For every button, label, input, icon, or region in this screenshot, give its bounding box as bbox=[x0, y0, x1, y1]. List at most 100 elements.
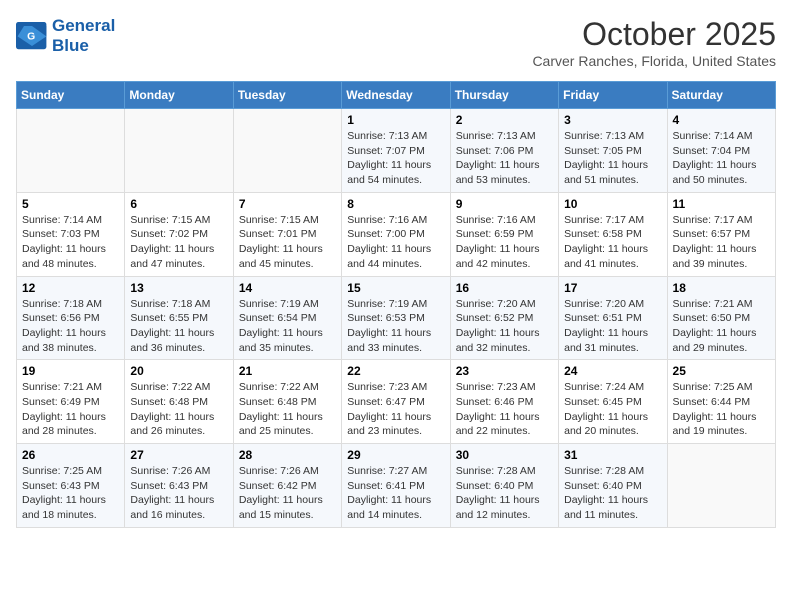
day-number: 27 bbox=[130, 448, 227, 462]
weekday-header: Monday bbox=[125, 82, 233, 109]
cell-content: Sunrise: 7:19 AMSunset: 6:54 PMDaylight:… bbox=[239, 297, 336, 356]
cell-content: Sunrise: 7:21 AMSunset: 6:49 PMDaylight:… bbox=[22, 380, 119, 439]
day-number: 10 bbox=[564, 197, 661, 211]
day-number: 6 bbox=[130, 197, 227, 211]
weekday-header: Thursday bbox=[450, 82, 558, 109]
day-number: 14 bbox=[239, 281, 336, 295]
weekday-header: Saturday bbox=[667, 82, 775, 109]
day-number: 21 bbox=[239, 364, 336, 378]
day-number: 30 bbox=[456, 448, 553, 462]
day-number: 31 bbox=[564, 448, 661, 462]
calendar-cell: 28Sunrise: 7:26 AMSunset: 6:42 PMDayligh… bbox=[233, 444, 341, 528]
cell-content: Sunrise: 7:24 AMSunset: 6:45 PMDaylight:… bbox=[564, 380, 661, 439]
cell-content: Sunrise: 7:15 AMSunset: 7:01 PMDaylight:… bbox=[239, 213, 336, 272]
calendar-cell bbox=[125, 109, 233, 193]
day-number: 5 bbox=[22, 197, 119, 211]
calendar-cell: 19 Sunrise: 7:21 AMSunset: 6:49 PMDayligh… bbox=[17, 360, 125, 444]
day-number: 4 bbox=[673, 113, 770, 127]
cell-content: Sunrise: 7:23 AMSunset: 6:46 PMDaylight:… bbox=[456, 380, 553, 439]
calendar-cell: 27 Sunrise: 7:26 AMSunset: 6:43 PMDayligh… bbox=[125, 444, 233, 528]
logo-icon: G bbox=[16, 22, 48, 50]
cell-content: Sunrise: 7:19 AMSunset: 6:53 PMDaylight:… bbox=[347, 297, 444, 356]
cell-content: Sunrise: 7:20 AMSunset: 6:52 PMDaylight:… bbox=[456, 297, 553, 356]
calendar-cell: 14 Sunrise: 7:19 AMSunset: 6:54 PMDayligh… bbox=[233, 276, 341, 360]
cell-content: Sunrise: 7:17 AMSunset: 6:57 PMDaylight:… bbox=[673, 213, 770, 272]
cell-content: Sunrise: 7:22 AMSunset: 6:48 PMDaylight:… bbox=[239, 380, 336, 439]
cell-content: Sunrise: 7:18 AMSunset: 6:56 PMDaylight:… bbox=[22, 297, 119, 356]
calendar-cell: 8 Sunrise: 7:16 AMSunset: 7:00 PMDaylight… bbox=[342, 192, 450, 276]
logo-text: General Blue bbox=[52, 16, 115, 57]
title-block: October 2025 Carver Ranches, Florida, Un… bbox=[532, 16, 776, 69]
logo: G General Blue bbox=[16, 16, 115, 57]
weekday-header: Friday bbox=[559, 82, 667, 109]
calendar-cell: 5 Sunrise: 7:14 AMSunset: 7:03 PMDaylight… bbox=[17, 192, 125, 276]
day-number: 23 bbox=[456, 364, 553, 378]
calendar-cell: 11Sunrise: 7:17 AMSunset: 6:57 PMDayligh… bbox=[667, 192, 775, 276]
calendar-cell: 3Sunrise: 7:13 AMSunset: 7:05 PMDaylight… bbox=[559, 109, 667, 193]
cell-content: Sunrise: 7:16 AMSunset: 7:00 PMDaylight:… bbox=[347, 213, 444, 272]
weekday-header-row: SundayMondayTuesdayWednesdayThursdayFrid… bbox=[17, 82, 776, 109]
calendar-cell: 15 Sunrise: 7:19 AMSunset: 6:53 PMDayligh… bbox=[342, 276, 450, 360]
calendar-cell: 4 Sunrise: 7:14 AMSunset: 7:04 PMDaylight… bbox=[667, 109, 775, 193]
calendar-cell: 12Sunrise: 7:18 AMSunset: 6:56 PMDayligh… bbox=[17, 276, 125, 360]
day-number: 13 bbox=[130, 281, 227, 295]
cell-content: Sunrise: 7:14 AMSunset: 7:03 PMDaylight:… bbox=[22, 213, 119, 272]
day-number: 8 bbox=[347, 197, 444, 211]
cell-content: Sunrise: 7:14 AMSunset: 7:04 PMDaylight:… bbox=[673, 129, 770, 188]
day-number: 22 bbox=[347, 364, 444, 378]
cell-content: Sunrise: 7:18 AMSunset: 6:55 PMDaylight:… bbox=[130, 297, 227, 356]
month-title: October 2025 bbox=[532, 16, 776, 53]
calendar-cell: 21 Sunrise: 7:22 AMSunset: 6:48 PMDayligh… bbox=[233, 360, 341, 444]
svg-text:G: G bbox=[27, 32, 35, 43]
cell-content: Sunrise: 7:13 AMSunset: 7:07 PMDaylight:… bbox=[347, 129, 444, 188]
calendar-week-row: 26 Sunrise: 7:25 AMSunset: 6:43 PMDayligh… bbox=[17, 444, 776, 528]
day-number: 7 bbox=[239, 197, 336, 211]
calendar-week-row: 12Sunrise: 7:18 AMSunset: 6:56 PMDayligh… bbox=[17, 276, 776, 360]
calendar-cell: 1 Sunrise: 7:13 AMSunset: 7:07 PMDaylight… bbox=[342, 109, 450, 193]
calendar-cell: 2 Sunrise: 7:13 AMSunset: 7:06 PMDaylight… bbox=[450, 109, 558, 193]
day-number: 3 bbox=[564, 113, 661, 127]
calendar-cell: 22Sunrise: 7:23 AMSunset: 6:47 PMDayligh… bbox=[342, 360, 450, 444]
calendar-cell: 30 Sunrise: 7:28 AMSunset: 6:40 PMDayligh… bbox=[450, 444, 558, 528]
day-number: 29 bbox=[347, 448, 444, 462]
weekday-header: Wednesday bbox=[342, 82, 450, 109]
calendar-week-row: 1 Sunrise: 7:13 AMSunset: 7:07 PMDaylight… bbox=[17, 109, 776, 193]
cell-content: Sunrise: 7:17 AMSunset: 6:58 PMDaylight:… bbox=[564, 213, 661, 272]
cell-content: Sunrise: 7:25 AMSunset: 6:43 PMDaylight:… bbox=[22, 464, 119, 523]
day-number: 15 bbox=[347, 281, 444, 295]
calendar-table: SundayMondayTuesdayWednesdayThursdayFrid… bbox=[16, 81, 776, 528]
location: Carver Ranches, Florida, United States bbox=[532, 53, 776, 69]
cell-content: Sunrise: 7:26 AMSunset: 6:42 PMDaylight:… bbox=[239, 464, 336, 523]
weekday-header: Sunday bbox=[17, 82, 125, 109]
calendar-cell: 13 Sunrise: 7:18 AMSunset: 6:55 PMDayligh… bbox=[125, 276, 233, 360]
calendar-cell bbox=[233, 109, 341, 193]
calendar-cell: 24 Sunrise: 7:24 AMSunset: 6:45 PMDayligh… bbox=[559, 360, 667, 444]
calendar-cell: 6 Sunrise: 7:15 AMSunset: 7:02 PMDaylight… bbox=[125, 192, 233, 276]
calendar-cell: 17 Sunrise: 7:20 AMSunset: 6:51 PMDayligh… bbox=[559, 276, 667, 360]
cell-content: Sunrise: 7:16 AMSunset: 6:59 PMDaylight:… bbox=[456, 213, 553, 272]
calendar-week-row: 5 Sunrise: 7:14 AMSunset: 7:03 PMDaylight… bbox=[17, 192, 776, 276]
day-number: 2 bbox=[456, 113, 553, 127]
calendar-week-row: 19 Sunrise: 7:21 AMSunset: 6:49 PMDayligh… bbox=[17, 360, 776, 444]
calendar-cell: 9Sunrise: 7:16 AMSunset: 6:59 PMDaylight… bbox=[450, 192, 558, 276]
day-number: 24 bbox=[564, 364, 661, 378]
day-number: 16 bbox=[456, 281, 553, 295]
weekday-header: Tuesday bbox=[233, 82, 341, 109]
calendar-cell bbox=[17, 109, 125, 193]
day-number: 17 bbox=[564, 281, 661, 295]
cell-content: Sunrise: 7:26 AMSunset: 6:43 PMDaylight:… bbox=[130, 464, 227, 523]
day-number: 20 bbox=[130, 364, 227, 378]
day-number: 19 bbox=[22, 364, 119, 378]
cell-content: Sunrise: 7:13 AMSunset: 7:06 PMDaylight:… bbox=[456, 129, 553, 188]
cell-content: Sunrise: 7:28 AMSunset: 6:40 PMDaylight:… bbox=[456, 464, 553, 523]
cell-content: Sunrise: 7:25 AMSunset: 6:44 PMDaylight:… bbox=[673, 380, 770, 439]
calendar-cell: 31Sunrise: 7:28 AMSunset: 6:40 PMDayligh… bbox=[559, 444, 667, 528]
cell-content: Sunrise: 7:27 AMSunset: 6:41 PMDaylight:… bbox=[347, 464, 444, 523]
calendar-cell: 25Sunrise: 7:25 AMSunset: 6:44 PMDayligh… bbox=[667, 360, 775, 444]
day-number: 1 bbox=[347, 113, 444, 127]
cell-content: Sunrise: 7:15 AMSunset: 7:02 PMDaylight:… bbox=[130, 213, 227, 272]
calendar-cell: 7 Sunrise: 7:15 AMSunset: 7:01 PMDaylight… bbox=[233, 192, 341, 276]
calendar-cell: 20Sunrise: 7:22 AMSunset: 6:48 PMDayligh… bbox=[125, 360, 233, 444]
cell-content: Sunrise: 7:20 AMSunset: 6:51 PMDaylight:… bbox=[564, 297, 661, 356]
day-number: 26 bbox=[22, 448, 119, 462]
